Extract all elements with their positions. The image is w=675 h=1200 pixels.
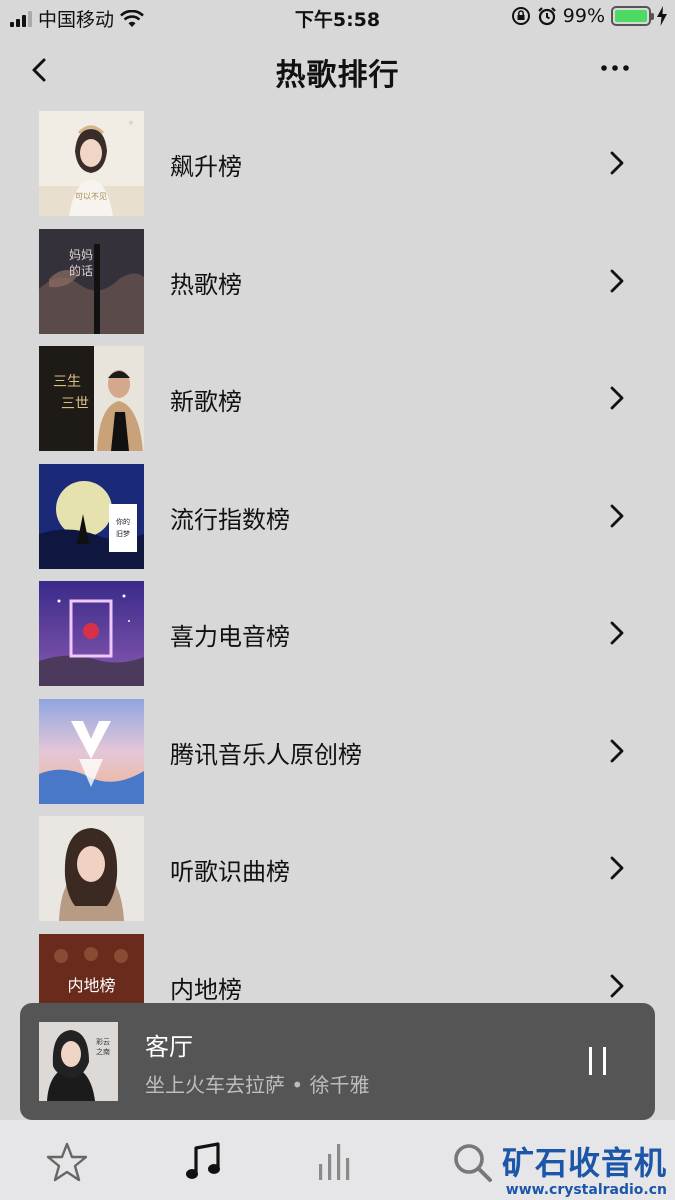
- svg-text:彩云: 彩云: [96, 1037, 110, 1046]
- svg-text:三生: 三生: [53, 374, 81, 390]
- now-playing-subtitle: 坐上火车去拉萨 • 徐千雅: [145, 1073, 370, 1097]
- chart-row-original[interactable]: 腾讯音乐人原创榜: [0, 693, 675, 811]
- cover-image: 可以不见 ☼: [39, 111, 144, 216]
- chevron-right-icon: [610, 974, 624, 997]
- chart-row-soaring[interactable]: 可以不见 ☼ 飙升榜: [0, 105, 675, 223]
- svg-text:旧梦: 旧梦: [116, 530, 130, 538]
- cover-image: 你的 旧梦: [39, 463, 144, 569]
- alarm-icon: [537, 7, 556, 26]
- chevron-right-icon: [610, 621, 624, 645]
- chevron-right-icon: [610, 504, 624, 527]
- pause-icon[interactable]: [586, 1047, 610, 1075]
- now-playing-cover: 彩云 之南: [39, 1022, 118, 1101]
- chart-label: 喜力电音榜: [170, 623, 290, 651]
- chart-row-new[interactable]: 三生 三世 新歌榜: [0, 340, 675, 458]
- star-icon[interactable]: [45, 1140, 89, 1184]
- chart-label: 流行指数榜: [170, 505, 290, 534]
- cover-image: 妈妈 的话: [39, 228, 144, 334]
- cover-image: [39, 816, 144, 921]
- page-title: 热歌排行: [275, 58, 400, 93]
- mini-player[interactable]: 彩云 之南 客厅 坐上火车去拉萨 • 徐千雅: [20, 1003, 655, 1120]
- chevron-right-icon: [610, 386, 624, 410]
- chevron-right-icon: [610, 739, 624, 762]
- chart-list: 可以不见 ☼ 飙升榜 妈妈 的话 热歌榜 三生 三世 新歌榜 你的 旧梦 流行指…: [0, 105, 675, 1045]
- cover-image: [39, 581, 144, 686]
- tab-bar: 矿石收音机 www.crystalradio.cn: [0, 1120, 675, 1200]
- chart-label: 听歌识曲榜: [170, 858, 290, 886]
- status-bar: 中国移动 下午5:58 99%: [0, 0, 675, 34]
- bars-icon[interactable]: [315, 1140, 359, 1184]
- chevron-right-icon: [610, 269, 624, 292]
- cover-image: 三生 三世: [39, 346, 144, 451]
- chart-row-shazam[interactable]: 听歌识曲榜: [0, 810, 675, 928]
- chart-label: 热歌榜: [170, 270, 242, 299]
- watermark-title: 矿石收音机: [501, 1144, 667, 1182]
- svg-text:妈妈: 妈妈: [69, 248, 93, 262]
- svg-text:之南: 之南: [96, 1047, 110, 1056]
- now-playing-title: 客厅: [145, 1033, 193, 1061]
- chart-label: 内地榜: [170, 975, 242, 1004]
- chevron-right-icon: [610, 151, 624, 175]
- chevron-right-icon: [610, 856, 624, 880]
- chart-label: 腾讯音乐人原创榜: [170, 740, 362, 769]
- svg-text:的话: 的话: [69, 263, 93, 278]
- watermark: 矿石收音机 www.crystalradio.cn: [502, 1138, 667, 1198]
- svg-text:☼: ☼: [128, 120, 134, 127]
- svg-text:你的: 你的: [116, 517, 130, 526]
- battery-percent: 99%: [562, 5, 605, 27]
- cover-image: [39, 698, 144, 804]
- cover-label: 内地榜: [67, 975, 116, 995]
- chart-row-electronic[interactable]: 喜力电音榜: [0, 575, 675, 693]
- search-icon[interactable]: [450, 1140, 494, 1184]
- ellipsis-icon[interactable]: [595, 50, 645, 90]
- chart-row-hot[interactable]: 妈妈 的话 热歌榜: [0, 223, 675, 341]
- battery-icon: [611, 6, 654, 26]
- chart-label: 飙升榜: [170, 153, 242, 181]
- music-note-icon[interactable]: [182, 1140, 226, 1184]
- watermark-url: www.crystalradio.cn: [505, 1182, 667, 1198]
- nav-bar: 热歌排行: [0, 40, 675, 100]
- chart-label: 新歌榜: [170, 388, 242, 416]
- charging-icon: [657, 6, 667, 26]
- svg-text:三世: 三世: [61, 396, 89, 412]
- chart-row-popularity[interactable]: 你的 旧梦 流行指数榜: [0, 458, 675, 576]
- svg-text:可以不见: 可以不见: [75, 192, 107, 201]
- status-right: 99%: [511, 5, 667, 27]
- orientation-lock-icon: [511, 7, 530, 25]
